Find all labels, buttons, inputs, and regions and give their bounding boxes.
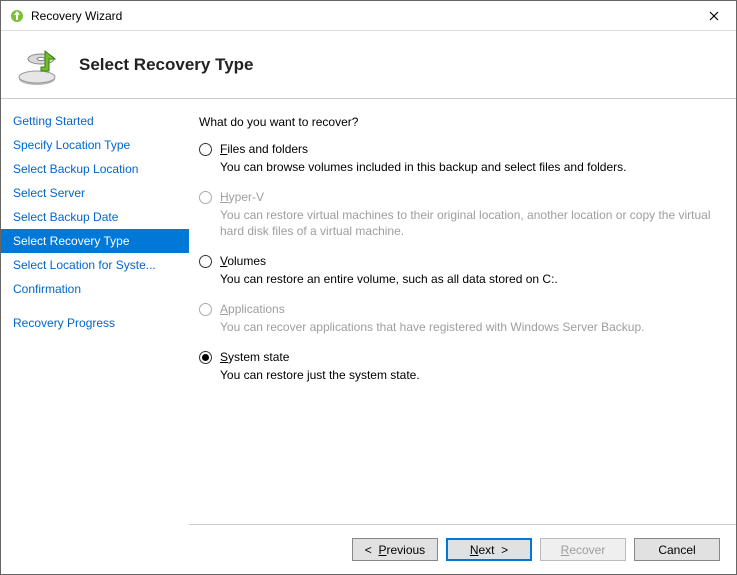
radio-button xyxy=(199,303,212,316)
wizard-footer: < Previous Next > Recover Cancel xyxy=(189,524,736,574)
recovery-option[interactable]: System state You can restore just the sys… xyxy=(199,349,716,383)
wizard-step[interactable]: Select Location for Syste... xyxy=(1,253,189,277)
wizard-step[interactable]: Confirmation xyxy=(1,277,189,301)
wizard-step[interactable]: Select Recovery Type xyxy=(1,229,189,253)
previous-button[interactable]: < Previous xyxy=(352,538,438,561)
radio-button[interactable] xyxy=(199,143,212,156)
recovery-option[interactable]: Files and folders You can browse volumes … xyxy=(199,141,716,175)
radio-button[interactable] xyxy=(199,255,212,268)
recover-button: Recover xyxy=(540,538,626,561)
option-label: Applications xyxy=(220,301,716,317)
recovery-wizard-window: Recovery Wizard Select Recovery Type Get… xyxy=(0,0,737,575)
option-description: You can recover applications that have r… xyxy=(220,319,716,335)
window-title: Recovery Wizard xyxy=(31,9,691,23)
recovery-option[interactable]: Volumes You can restore an entire volume,… xyxy=(199,253,716,287)
wizard-header: Select Recovery Type xyxy=(1,31,736,99)
option-description: You can restore virtual machines to thei… xyxy=(220,207,716,239)
option-label: Volumes xyxy=(220,253,716,269)
radio-button xyxy=(199,191,212,204)
wizard-step[interactable]: Specify Location Type xyxy=(1,133,189,157)
option-label: System state xyxy=(220,349,716,365)
content-panel: What do you want to recover? Files and f… xyxy=(189,99,736,524)
recovery-icon xyxy=(15,41,63,89)
wizard-step[interactable]: Select Server xyxy=(1,181,189,205)
radio-button[interactable] xyxy=(199,351,212,364)
wizard-step[interactable]: Select Backup Date xyxy=(1,205,189,229)
page-title: Select Recovery Type xyxy=(79,55,254,75)
wizard-step[interactable]: Getting Started xyxy=(1,109,189,133)
recovery-option: Applications You can recover applications… xyxy=(199,301,716,335)
titlebar: Recovery Wizard xyxy=(1,1,736,31)
prompt-text: What do you want to recover? xyxy=(199,115,716,129)
wizard-step[interactable]: Select Backup Location xyxy=(1,157,189,181)
option-description: You can browse volumes included in this … xyxy=(220,159,716,175)
next-button[interactable]: Next > xyxy=(446,538,532,561)
steps-sidebar: Getting StartedSpecify Location TypeSele… xyxy=(1,99,189,524)
app-icon xyxy=(9,8,25,24)
option-description: You can restore an entire volume, such a… xyxy=(220,271,716,287)
wizard-body: Getting StartedSpecify Location TypeSele… xyxy=(1,99,736,524)
option-description: You can restore just the system state. xyxy=(220,367,716,383)
recovery-option: Hyper-V You can restore virtual machines … xyxy=(199,189,716,239)
option-label: Hyper-V xyxy=(220,189,716,205)
cancel-button[interactable]: Cancel xyxy=(634,538,720,561)
wizard-step[interactable]: Recovery Progress xyxy=(1,311,189,335)
close-button[interactable] xyxy=(691,1,736,30)
option-label: Files and folders xyxy=(220,141,716,157)
